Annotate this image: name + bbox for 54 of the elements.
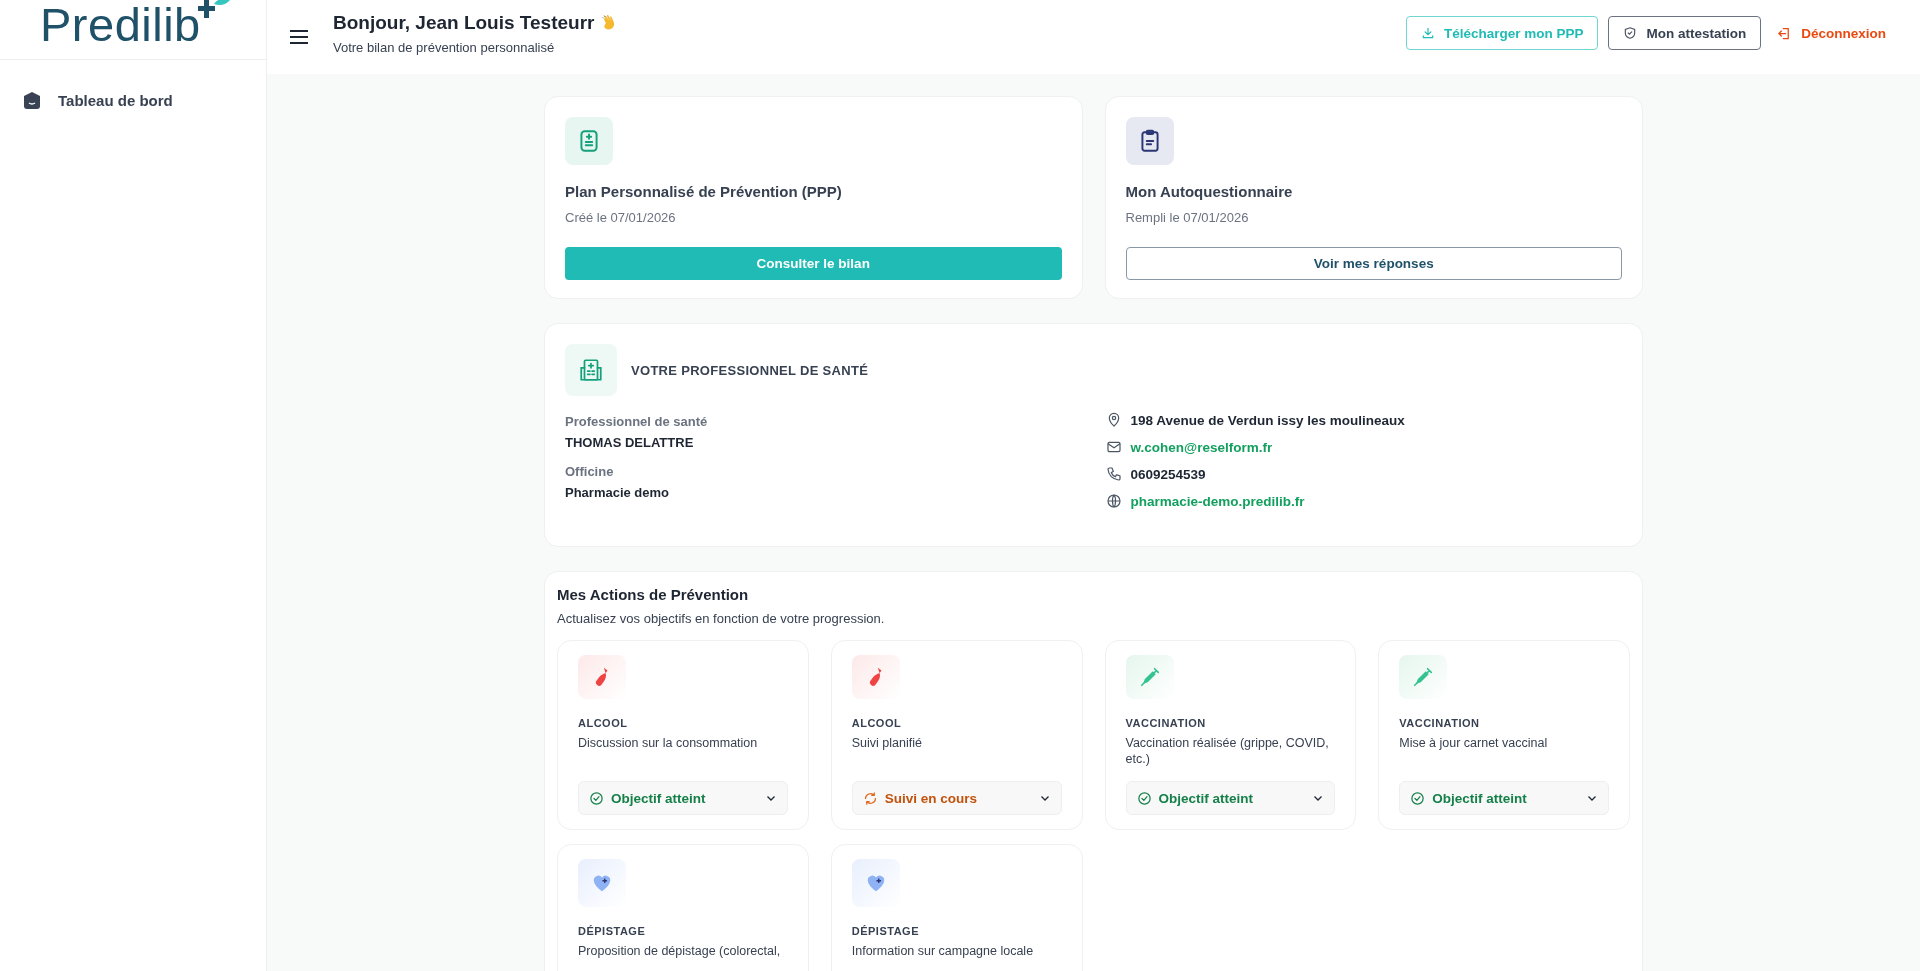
check-circle-icon [589, 790, 604, 806]
responses-button[interactable]: Voir mes réponses [1125, 247, 1622, 280]
category-label: ALCOOL [578, 717, 629, 730]
attestation-button[interactable]: Mon attestation [1608, 16, 1762, 50]
category-label: VACCINATION [1399, 717, 1481, 730]
syringe-icon [1138, 666, 1161, 689]
field-value: Pharmacie demo [565, 485, 671, 500]
category-label: ALCOOL [851, 717, 903, 730]
address-text: 198 Avenue de Verdun issy les moulineaux [1130, 412, 1405, 428]
section-title: VOTRE PROFESSIONNEL DE SANTÉ [631, 362, 869, 378]
greeting-title: Bonjour, Jean Louis Testeurr [333, 11, 595, 34]
greeting-subtitle: Votre bilan de prévention personnalisé [333, 39, 556, 55]
field-label: Officine [565, 464, 615, 479]
refresh-icon [862, 790, 878, 806]
shield-icon [1623, 26, 1638, 40]
email-link[interactable]: w.cohen@reselform.fr [1130, 439, 1273, 455]
logo-plus-icon [196, 0, 231, 20]
field-value: THOMAS DELATTRE [565, 435, 695, 450]
website-link[interactable]: pharmacie-demo.predilib.fr [1130, 493, 1305, 509]
consult-button[interactable]: Consulter le bilan [565, 247, 1062, 280]
download-button[interactable]: Télécharger mon PPP [1405, 16, 1599, 50]
check-circle-icon [1136, 790, 1152, 806]
card-date: Créé le 07/01/2026 [565, 210, 677, 225]
logo-text: Predilib [40, 0, 201, 50]
action-description: Suivi planifié [851, 735, 923, 753]
action-description: Discussion sur la consommation [578, 735, 759, 753]
section-title: Mes Actions de Prévention [557, 586, 750, 603]
action-description: Proposition de dépistage (colorectal, [578, 943, 782, 960]
status-dropdown[interactable]: Objectif atteint [1399, 781, 1609, 815]
home-icon [24, 91, 40, 109]
globe-icon [1105, 493, 1122, 509]
card-title: Plan Personnalisé de Prévention (PPP) [565, 183, 843, 200]
status-dropdown[interactable]: Objectif atteint [578, 781, 788, 815]
card-date: Rempli le 07/01/2026 [1125, 210, 1250, 225]
action-description: Information sur campagne locale [851, 943, 1035, 960]
section-subtitle: Actualisez vos objectifs en fonction de votre progression. [557, 611, 886, 626]
action-description: Mise à jour carnet vaccinal [1399, 735, 1549, 753]
menu-icon[interactable] [289, 29, 309, 45]
sidebar-item[interactable]: Tableau de bord [0, 82, 266, 118]
field-label: Professionnel de santé [565, 414, 709, 429]
category-label: VACCINATION [1125, 717, 1207, 730]
category-label: DÉPISTAGE [578, 925, 647, 937]
status-dropdown[interactable]: Suivi en cours [851, 781, 1062, 815]
download-icon [1420, 26, 1435, 40]
phone-icon [1105, 466, 1122, 482]
check-circle-icon [1410, 790, 1426, 806]
action-description: Vaccination réalisée (grippe, COVID, etc.) [1125, 735, 1330, 769]
syringe-icon [1412, 666, 1435, 689]
mail-icon [1105, 439, 1122, 455]
card-title: Mon Autoquestionnaire [1125, 183, 1294, 200]
status-dropdown[interactable]: Objectif atteint [1125, 781, 1336, 815]
building-icon [578, 357, 604, 383]
category-label: DÉPISTAGE [851, 925, 920, 937]
phone-number: 0609254539 [1130, 466, 1206, 482]
